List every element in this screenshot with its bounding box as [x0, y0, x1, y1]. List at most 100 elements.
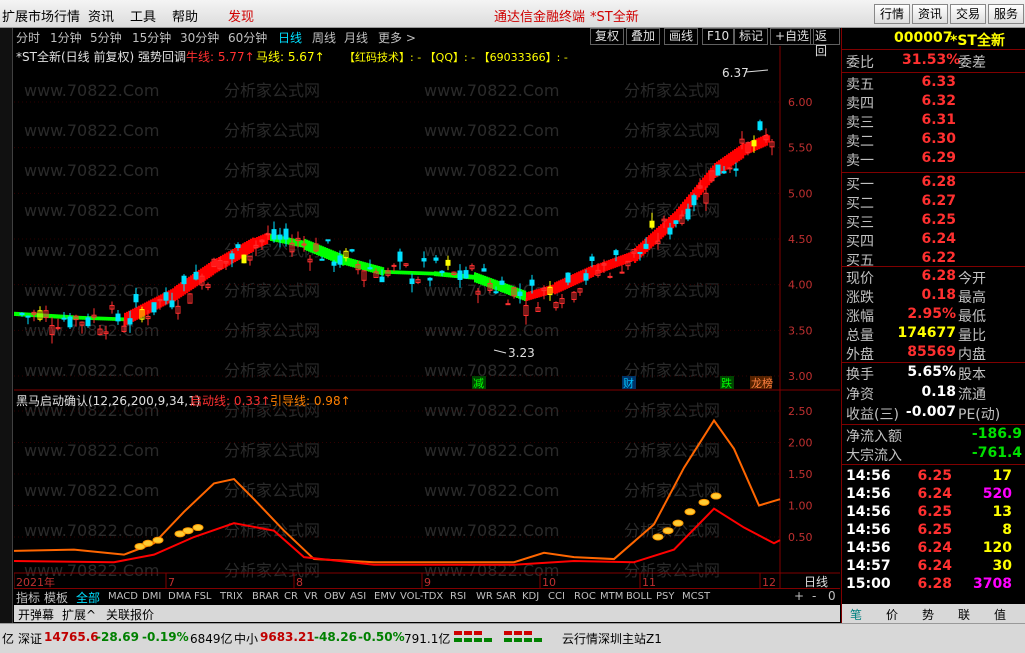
zoom-in-button[interactable]: +: [794, 589, 804, 603]
chart-info-title: *ST全新(日线 前复权) 强势回调: [16, 49, 186, 64]
tab-wr[interactable]: WR: [476, 591, 493, 602]
tab-all[interactable]: 全部: [76, 589, 100, 606]
candle: [85, 313, 91, 328]
f10-button[interactable]: F10: [702, 28, 735, 45]
tab-vr[interactable]: VR: [304, 591, 318, 602]
buy-level-value: 6.24: [921, 231, 956, 247]
period-toolbar: 分时 1分钟 5分钟 15分钟 30分钟 60分钟 日线 周线 月线 更多 > …: [14, 28, 840, 58]
barrage-toggle[interactable]: 开弹幕: [18, 606, 54, 623]
menu-discover[interactable]: 发现: [228, 6, 254, 25]
share-row: 净资 0.18 流通: [842, 384, 1025, 403]
kline-chart[interactable]: www.70822.Com 分析家公式网 www.70822.Com 分析家公式网 ww…: [13, 46, 840, 590]
tab-template[interactable]: 模板: [44, 589, 68, 606]
tab-indicator[interactable]: 指标: [16, 589, 40, 606]
stat-row-label: 总量: [846, 328, 874, 344]
watermark-text: 分析家公式网: [624, 441, 720, 460]
index-name[interactable]: 深证: [18, 630, 42, 647]
candle: [535, 302, 541, 313]
tab-trix[interactable]: TRIX: [220, 591, 243, 602]
period-15min[interactable]: 15分钟: [132, 29, 171, 46]
watermark-text: www.70822.Com: [424, 401, 559, 420]
period-monthly[interactable]: 月线: [344, 29, 368, 46]
period-daily[interactable]: 日线: [278, 29, 302, 46]
tab-vol-tdx[interactable]: VOL-TDX: [400, 591, 443, 602]
index2-change: -48.26: [314, 630, 357, 644]
tab-brar[interactable]: BRAR: [252, 591, 279, 602]
top-news-button[interactable]: 资讯: [912, 4, 949, 24]
tick-row: 14:56 6.25 17: [842, 468, 1025, 486]
sell-level: 卖三 6.31: [842, 112, 1025, 131]
tick-row: 14:56 6.25 8: [842, 522, 1025, 540]
tab-cr[interactable]: CR: [284, 591, 298, 602]
period-weekly[interactable]: 周线: [312, 29, 336, 46]
zoom-out-button[interactable]: -: [812, 589, 816, 603]
quote-panel-tab[interactable]: 联: [958, 606, 970, 623]
period-more[interactable]: 更多 >: [378, 29, 416, 46]
candle: [415, 276, 421, 285]
top-service-button[interactable]: 服务: [988, 4, 1025, 24]
share-row-label2: 股本: [958, 367, 986, 383]
tab-roc[interactable]: ROC: [574, 591, 596, 602]
tab-asi[interactable]: ASI: [350, 591, 366, 602]
tab-boll[interactable]: BOLL: [626, 591, 652, 602]
tab-emv[interactable]: EMV: [374, 591, 396, 602]
period-1min[interactable]: 1分钟: [50, 29, 82, 46]
quote-panel-tab[interactable]: 价: [886, 606, 898, 623]
watermark-text: www.70822.Com: [424, 161, 559, 180]
signal-coin-icon: [182, 527, 194, 535]
mark-button[interactable]: 标记: [734, 28, 769, 45]
tab-kdj[interactable]: KDJ: [522, 591, 539, 602]
price-axis-tick: 5.00: [788, 187, 813, 200]
quote-panel-tab[interactable]: 笔: [850, 606, 862, 623]
watermark-text: www.70822.Com: [24, 201, 159, 220]
stat-row-label: 涨幅: [846, 309, 874, 325]
top-quote-button[interactable]: 行情: [874, 4, 911, 24]
menu-news[interactable]: 资讯: [88, 6, 114, 25]
candle: [715, 164, 721, 176]
tab-fsl[interactable]: FSL: [194, 591, 212, 602]
watermark-text: www.70822.Com: [424, 81, 559, 100]
tab-dma[interactable]: DMA: [168, 591, 191, 602]
period-30min[interactable]: 30分钟: [180, 29, 219, 46]
menu-market[interactable]: 扩展市场行情: [2, 6, 80, 25]
quote-panel-tab[interactable]: 势: [922, 606, 934, 623]
tab-macd[interactable]: MACD: [108, 591, 138, 602]
index2-name[interactable]: 中小: [234, 630, 258, 647]
adjust-button[interactable]: 复权: [590, 28, 625, 45]
tab-sar[interactable]: SAR: [496, 591, 516, 602]
menu-tools[interactable]: 工具: [130, 6, 156, 25]
tab-dmi[interactable]: DMI: [142, 591, 161, 602]
tab-mcst[interactable]: MCST: [682, 591, 710, 602]
overlay-button[interactable]: 叠加: [626, 28, 661, 45]
extend-toggle[interactable]: 扩展^: [62, 606, 96, 623]
draw-line-button[interactable]: 画线: [664, 28, 699, 45]
quote-panel-tab[interactable]: 值: [994, 606, 1006, 623]
period-5min[interactable]: 5分钟: [90, 29, 122, 46]
tab-mtm[interactable]: MTM: [600, 591, 623, 602]
guide-line-label: 引导线: 0.98↑: [270, 394, 351, 408]
server-name[interactable]: 云行情深圳主站Z1: [562, 630, 662, 647]
y-axis: 6.00 5.50 5.00 4.50 4.00 3.50 3.00 2.50 2.00 1.50…: [788, 96, 813, 544]
tab-obv[interactable]: OBV: [324, 591, 345, 602]
back-button[interactable]: 返回: [810, 28, 840, 58]
tick-time: 14:56: [846, 468, 891, 484]
stat-row-value: 174677: [897, 325, 956, 341]
candle: [109, 301, 115, 314]
menu-help[interactable]: 帮助: [172, 6, 198, 25]
tab-psy[interactable]: PSY: [656, 591, 675, 602]
weicha-label: 委差: [958, 55, 986, 71]
period-60min[interactable]: 60分钟: [228, 29, 267, 46]
zoom-reset-button[interactable]: 0: [828, 589, 836, 603]
app-title: 通达信金融终端: [494, 10, 586, 25]
candle: [403, 262, 409, 268]
top-trade-button[interactable]: 交易: [950, 4, 987, 24]
x-axis-tick: 2021年: [16, 575, 55, 589]
chart-area[interactable]: www.70822.Com 分析家公式网 www.70822.Com 分析家公式网 ww…: [13, 46, 840, 590]
period-intraday[interactable]: 分时: [16, 29, 40, 46]
tick-volume: 30: [992, 558, 1012, 574]
tab-cci[interactable]: CCI: [548, 591, 565, 602]
add-favorite-button[interactable]: +自选: [770, 28, 815, 45]
related-quote-tab[interactable]: 关联报价: [106, 606, 154, 623]
watermark-text: 分析家公式网: [624, 121, 720, 140]
tab-rsi[interactable]: RSI: [450, 591, 466, 602]
